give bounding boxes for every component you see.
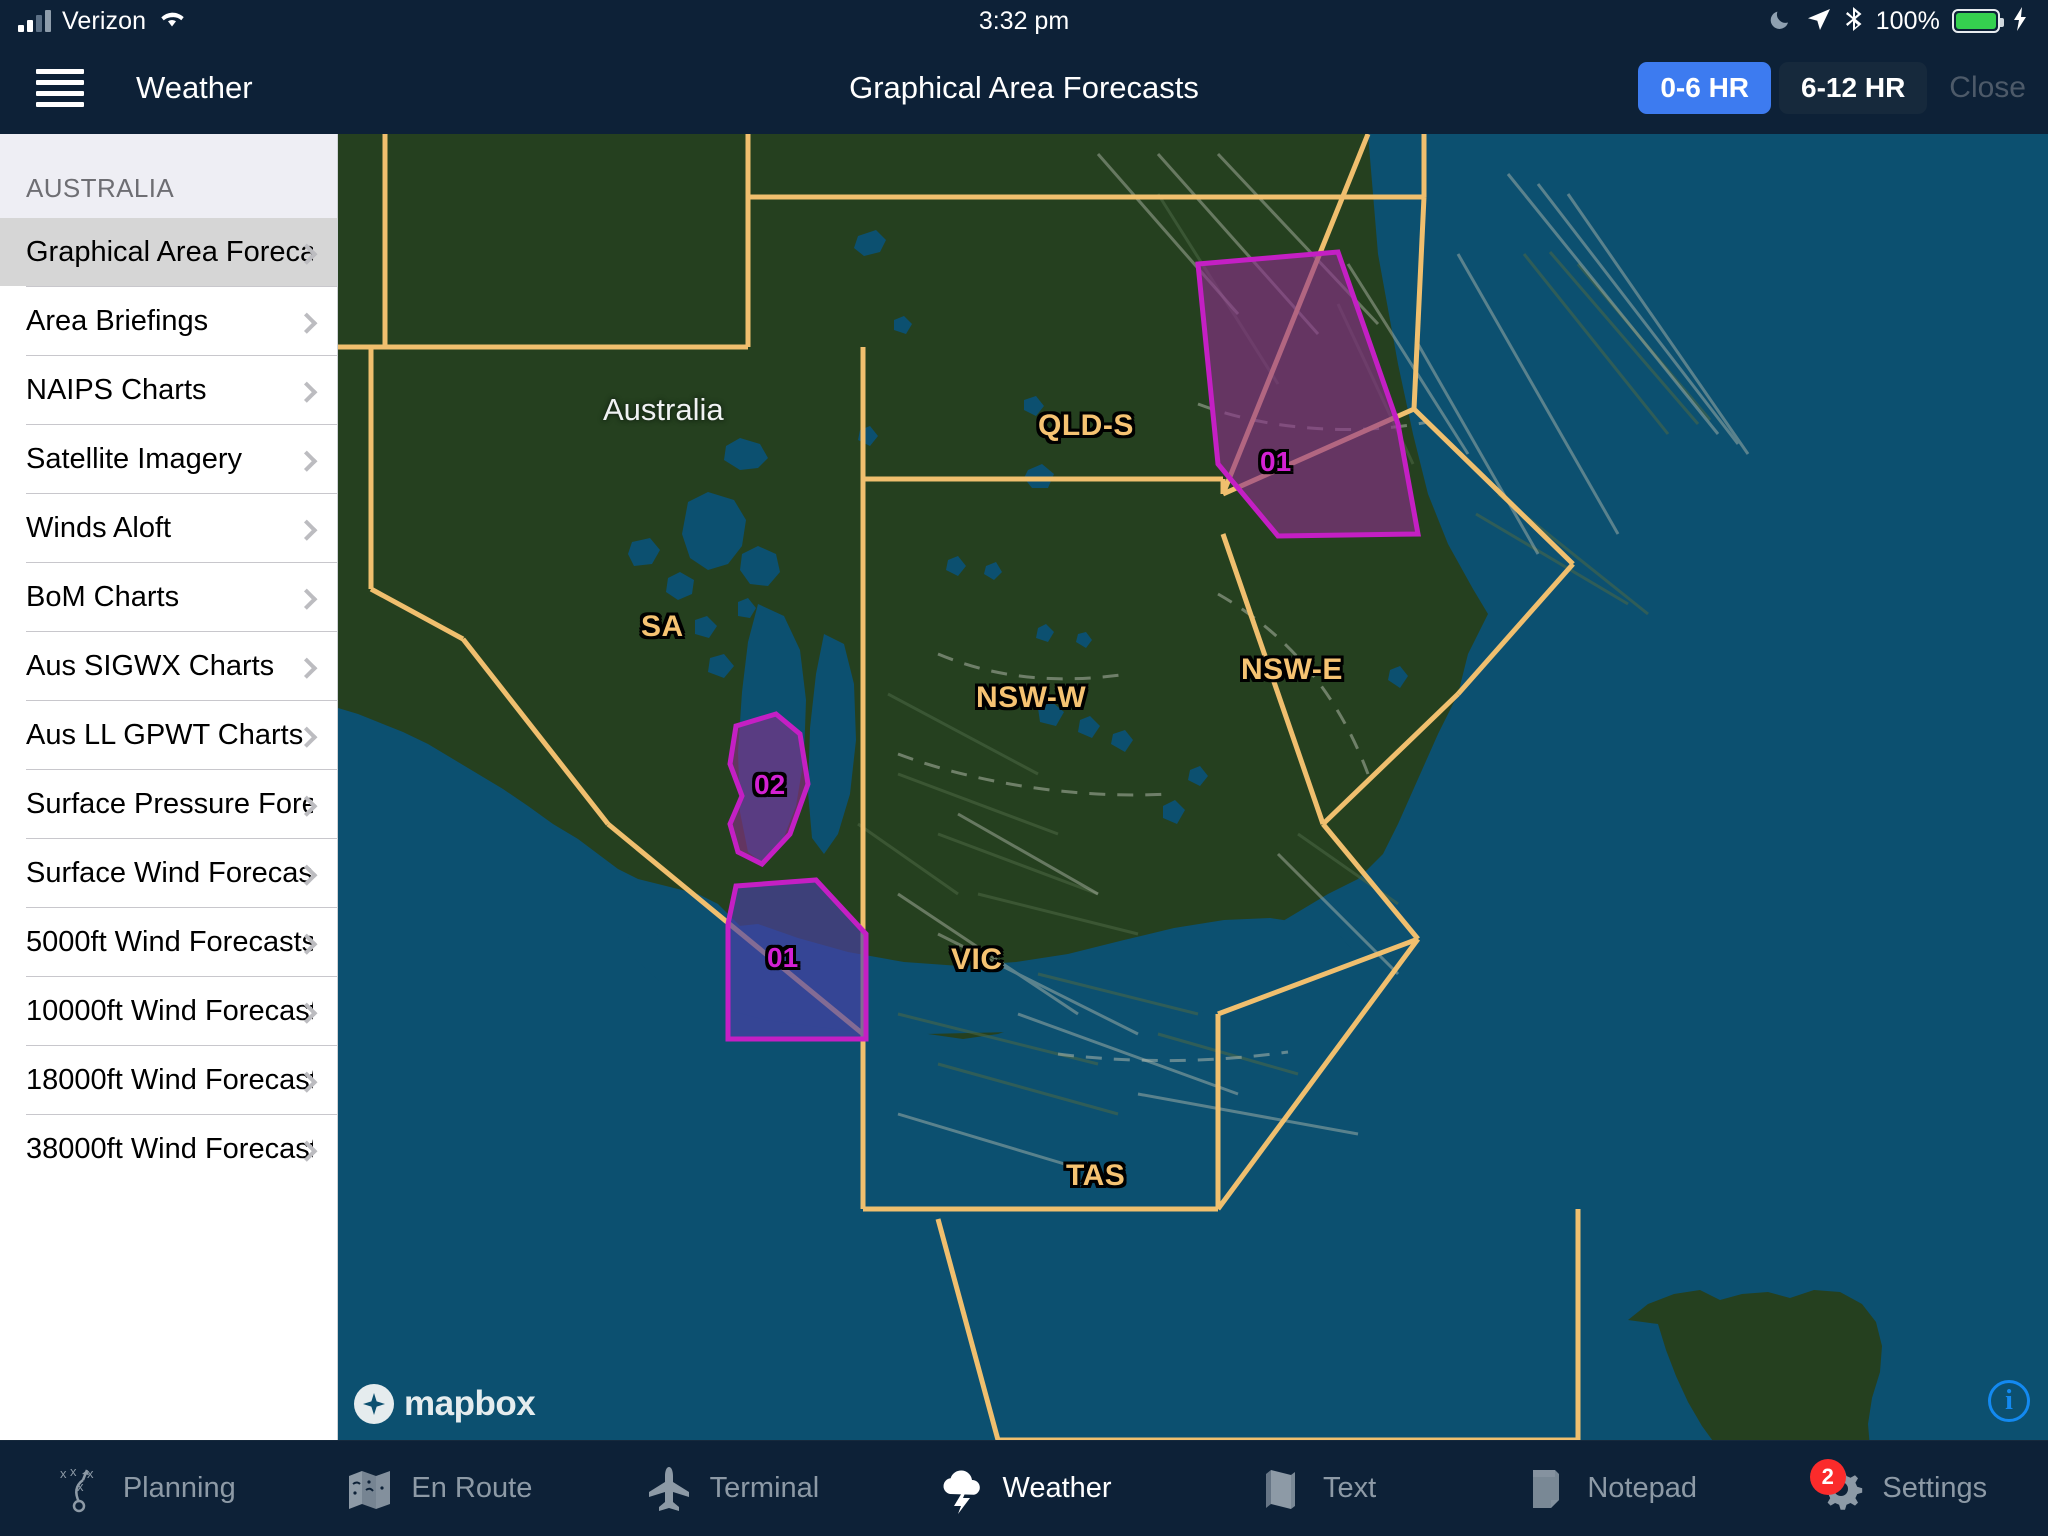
sidebar-item-aus-ll-gpwt-charts[interactable]: Aus LL GPWT Charts <box>0 701 337 769</box>
map-canvas[interactable]: Australia QLD-S SA NSW-E NSW-W VIC TAS 01 02 01… <box>338 134 2048 1440</box>
chevron-right-icon <box>296 588 318 610</box>
segment-0-6-hr[interactable]: 0-6 HR <box>1638 62 1772 114</box>
sidebar-item-graphical-area-forecasts[interactable]: Graphical Area Forecasts <box>0 218 337 286</box>
location-arrow-icon <box>1806 6 1832 37</box>
sidebar-item-label: Aus LL GPWT Charts <box>26 718 304 751</box>
sidebar-item-10000ft-wind-forecasts[interactable]: 10000ft Wind Forecasts <box>0 977 337 1045</box>
moon-icon <box>1768 6 1794 37</box>
mapbox-attribution[interactable]: mapbox <box>354 1384 536 1424</box>
chevron-right-icon <box>296 312 318 334</box>
tab-planning[interactable]: x x x x Planning <box>0 1441 293 1536</box>
tab-label: Settings <box>1882 1472 1988 1504</box>
svg-text:x: x <box>70 1464 77 1479</box>
segment-6-12-hr[interactable]: 6-12 HR <box>1779 62 1928 114</box>
svg-text:x: x <box>60 1466 67 1481</box>
sidebar-item-label: Winds Aloft <box>26 511 172 544</box>
sidebar-item-label: 5000ft Wind Forecasts <box>26 925 313 958</box>
forecast-period-segmented-control[interactable]: 0-6 HR 6-12 HR <box>1638 62 1928 114</box>
notepad-icon <box>1521 1464 1571 1514</box>
sidebar-item-bom-charts[interactable]: BoM Charts <box>0 563 337 631</box>
sidebar-section-header: AUSTRALIA <box>0 134 337 218</box>
chevron-right-icon <box>296 450 318 472</box>
mapbox-wordmark: mapbox <box>404 1384 536 1423</box>
sidebar-item-satellite-imagery[interactable]: Satellite Imagery <box>0 425 337 493</box>
tab-weather[interactable]: Weather <box>878 1441 1171 1536</box>
sidebar-item-naips-charts[interactable]: NAIPS Charts <box>0 356 337 424</box>
tab-label: Terminal <box>709 1472 820 1504</box>
sidebar[interactable]: AUSTRALIA Graphical Area Forecasts Area B… <box>0 134 338 1440</box>
sidebar-item-label: BoM Charts <box>26 580 180 613</box>
tab-label: Notepad <box>1587 1472 1697 1504</box>
chevron-right-icon <box>296 657 318 679</box>
bluetooth-icon <box>1844 5 1864 38</box>
status-bar-right: 100% <box>1768 0 2028 42</box>
tab-label: Text <box>1323 1472 1377 1504</box>
map-vector-layer <box>338 134 2048 1440</box>
sidebar-item-aus-sigwx-charts[interactable]: Aus SIGWX Charts <box>0 632 337 700</box>
nav-bar: Weather Graphical Area Forecasts 0-6 HR … <box>0 42 2048 134</box>
sidebar-item-label: Surface Wind Forecasts <box>26 856 313 889</box>
sidebar-item-surface-wind-forecasts[interactable]: Surface Wind Forecasts <box>0 839 337 907</box>
sidebar-list[interactable]: Graphical Area Forecasts Area Briefings NA… <box>0 218 337 1183</box>
nav-bar-right: 0-6 HR 6-12 HR Close <box>1638 42 2026 134</box>
lightning-bolt-icon <box>2012 6 2028 37</box>
mapbox-logo-icon <box>354 1384 394 1424</box>
tab-terminal[interactable]: Terminal <box>585 1441 878 1536</box>
folded-map-icon <box>345 1464 395 1514</box>
sidebar-item-area-briefings[interactable]: Area Briefings <box>0 287 337 355</box>
sidebar-item-label: Graphical Area Forecasts <box>26 235 313 268</box>
map-info-button[interactable]: i <box>1988 1380 2030 1422</box>
sidebar-item-surface-pressure-forec[interactable]: Surface Pressure Forec... <box>0 770 337 838</box>
airplane-icon <box>644 1464 694 1514</box>
tab-badge: 2 <box>1809 1458 1846 1495</box>
sidebar-item-label: Area Briefings <box>26 304 209 337</box>
battery-icon <box>1952 9 2004 33</box>
sidebar-item-label: Aus SIGWX Charts <box>26 649 275 682</box>
sidebar-item-winds-aloft[interactable]: Winds Aloft <box>0 494 337 562</box>
book-icon <box>1257 1464 1307 1514</box>
status-bar: Verizon 3:32 pm 100% <box>0 0 2048 42</box>
bottom-tab-bar[interactable]: x x x x Planning En Route Terminal Weather Text N… <box>0 1440 2048 1536</box>
sidebar-item-label: Surface Pressure Forec... <box>26 787 313 820</box>
status-bar-center: 3:32 pm <box>0 0 2048 42</box>
close-button[interactable]: Close <box>1949 71 2026 105</box>
cloud-lightning-icon <box>936 1464 986 1514</box>
chevron-right-icon <box>296 519 318 541</box>
clock-label: 3:32 pm <box>978 6 1070 35</box>
sidebar-item-38000ft-wind-forecasts[interactable]: 38000ft Wind Forecasts <box>0 1115 337 1183</box>
tab-label: En Route <box>411 1472 533 1504</box>
app-root: Verizon 3:32 pm 100% Weather Graphical A… <box>0 0 2048 1536</box>
sidebar-item-label: NAIPS Charts <box>26 373 207 406</box>
tab-en-route[interactable]: En Route <box>293 1441 586 1536</box>
sidebar-item-label: 38000ft Wind Forecasts <box>26 1132 313 1165</box>
sidebar-item-label: 10000ft Wind Forecasts <box>26 994 313 1027</box>
sidebar-item-label: 18000ft Wind Forecasts <box>26 1063 313 1096</box>
sidebar-item-5000ft-wind-forecasts[interactable]: 5000ft Wind Forecasts <box>0 908 337 976</box>
route-plot-icon: xxxx <box>57 1464 107 1514</box>
chevron-right-icon <box>296 381 318 403</box>
tab-label: Planning <box>122 1472 236 1504</box>
tab-notepad[interactable]: Notepad <box>1463 1441 1756 1536</box>
tab-text[interactable]: Text <box>1170 1441 1463 1536</box>
tab-label: Weather <box>1002 1472 1112 1504</box>
sidebar-item-label: Satellite Imagery <box>26 442 242 475</box>
battery-percent-label: 100% <box>1875 6 1940 35</box>
tab-settings[interactable]: Settings 2 <box>1755 1441 2048 1536</box>
sidebar-item-18000ft-wind-forecasts[interactable]: 18000ft Wind Forecasts <box>0 1046 337 1114</box>
